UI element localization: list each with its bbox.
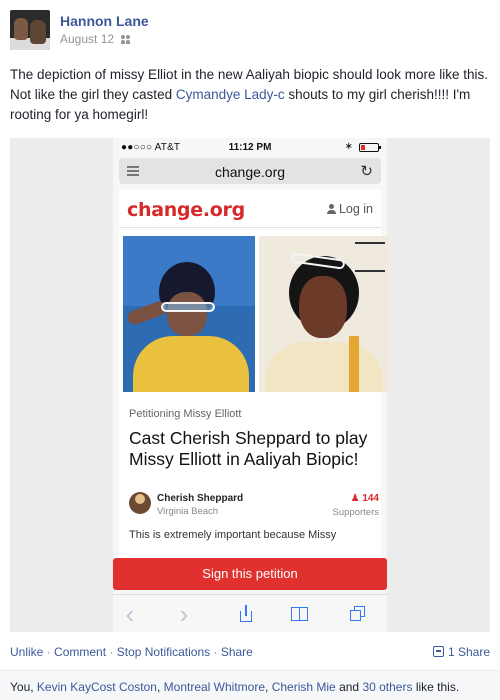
bluetooth-icon: ∗	[344, 141, 353, 152]
reload-icon: ↻	[360, 163, 373, 180]
battery-icon	[359, 143, 381, 152]
login-link: Log in	[326, 202, 373, 216]
liker-link[interactable]: Kevin KayCost Coston	[37, 680, 157, 694]
likes-suffix: like this.	[412, 680, 460, 694]
change-org-logo: change.org	[127, 199, 245, 221]
login-label: Log in	[338, 202, 373, 216]
petition-photo-left	[123, 236, 255, 392]
bookmarks-icon	[291, 605, 309, 623]
supporters-label: Supporters	[332, 507, 379, 518]
unlike-link[interactable]: Unlike	[10, 645, 43, 659]
forward-icon: ›	[179, 599, 189, 629]
petition-excerpt: This is extremely important because Miss…	[129, 530, 379, 542]
likes-bar: You, Kevin KayCost Coston, Montreal Whit…	[0, 670, 500, 700]
post-date-text[interactable]: August 12	[60, 32, 114, 46]
author-avatar[interactable]	[10, 10, 50, 50]
address-url: change.org	[214, 164, 286, 180]
likes-sep: ,	[156, 680, 164, 694]
likes-and: and	[335, 680, 363, 694]
address-bar: change.org ↻	[119, 158, 381, 184]
petition-title: Cast Cherish Sheppard to play Missy Elli…	[129, 428, 368, 469]
supporters-count-value: 144	[362, 493, 379, 504]
post-text: The depiction of missy Elliot in the new…	[10, 65, 490, 125]
attached-photo[interactable]: ●●○○○ AT&T 11:12 PM ∗ change.org ↻ chang…	[10, 138, 490, 632]
mention-link[interactable]: Cymandye Lady-c	[176, 87, 285, 102]
petition-excerpt-text: This is extremely important because Miss…	[129, 530, 337, 541]
user-icon	[326, 204, 336, 214]
share-icon	[237, 605, 255, 623]
liker-link[interactable]: Montreal Whitmore	[164, 680, 265, 694]
author-name[interactable]: Hannon Lane	[60, 13, 149, 29]
supporter-icon: ♟	[350, 493, 363, 504]
separator: ·	[213, 645, 218, 659]
phone-screenshot: ●●○○○ AT&T 11:12 PM ∗ change.org ↻ chang…	[113, 138, 389, 632]
petition-creator: Cherish Sheppard Virginia Beach ♟ 144 Su…	[129, 492, 381, 524]
sign-petition-button: Sign this petition	[113, 558, 387, 590]
post-header: Hannon Lane August 12	[10, 10, 490, 54]
stop-notifications-link[interactable]: Stop Notifications	[117, 645, 210, 659]
change-org-page: change.org Log in Petitioning Missy Elli…	[119, 190, 389, 576]
share-count-label[interactable]: 1 Share	[448, 645, 490, 659]
petition-photo-right	[259, 236, 389, 392]
post-date: August 12	[60, 32, 131, 46]
liker-link[interactable]: Cherish Mie	[272, 680, 336, 694]
separator: ·	[109, 645, 114, 659]
creator-avatar	[129, 492, 151, 514]
share-count-link[interactable]: 1 Share	[432, 645, 490, 659]
share-count-icon	[432, 646, 444, 657]
status-bar: ●●○○○ AT&T 11:12 PM ∗	[113, 138, 387, 156]
likes-prefix: You,	[10, 680, 37, 694]
supporters-count: ♟ 144	[351, 493, 379, 504]
friends-icon[interactable]	[121, 35, 131, 44]
petition-target: Petitioning Missy Elliott	[129, 408, 242, 420]
back-icon: ‹	[125, 599, 135, 629]
separator: ·	[46, 645, 51, 659]
likes-summary: You, Kevin KayCost Coston, Montreal Whit…	[10, 680, 459, 694]
safari-toolbar: ‹ ›	[113, 594, 387, 632]
share-link[interactable]: Share	[221, 645, 253, 659]
tabs-icon	[349, 605, 367, 623]
site-nav: change.org Log in	[119, 190, 381, 228]
post-actions: Unlike · Comment · Stop Notifications · …	[10, 645, 490, 661]
comment-link[interactable]: Comment	[54, 645, 106, 659]
creator-name: Cherish Sheppard	[157, 493, 244, 504]
likes-sep: ,	[265, 680, 272, 694]
others-link[interactable]: 30 others	[362, 680, 412, 694]
creator-location: Virginia Beach	[157, 506, 219, 517]
